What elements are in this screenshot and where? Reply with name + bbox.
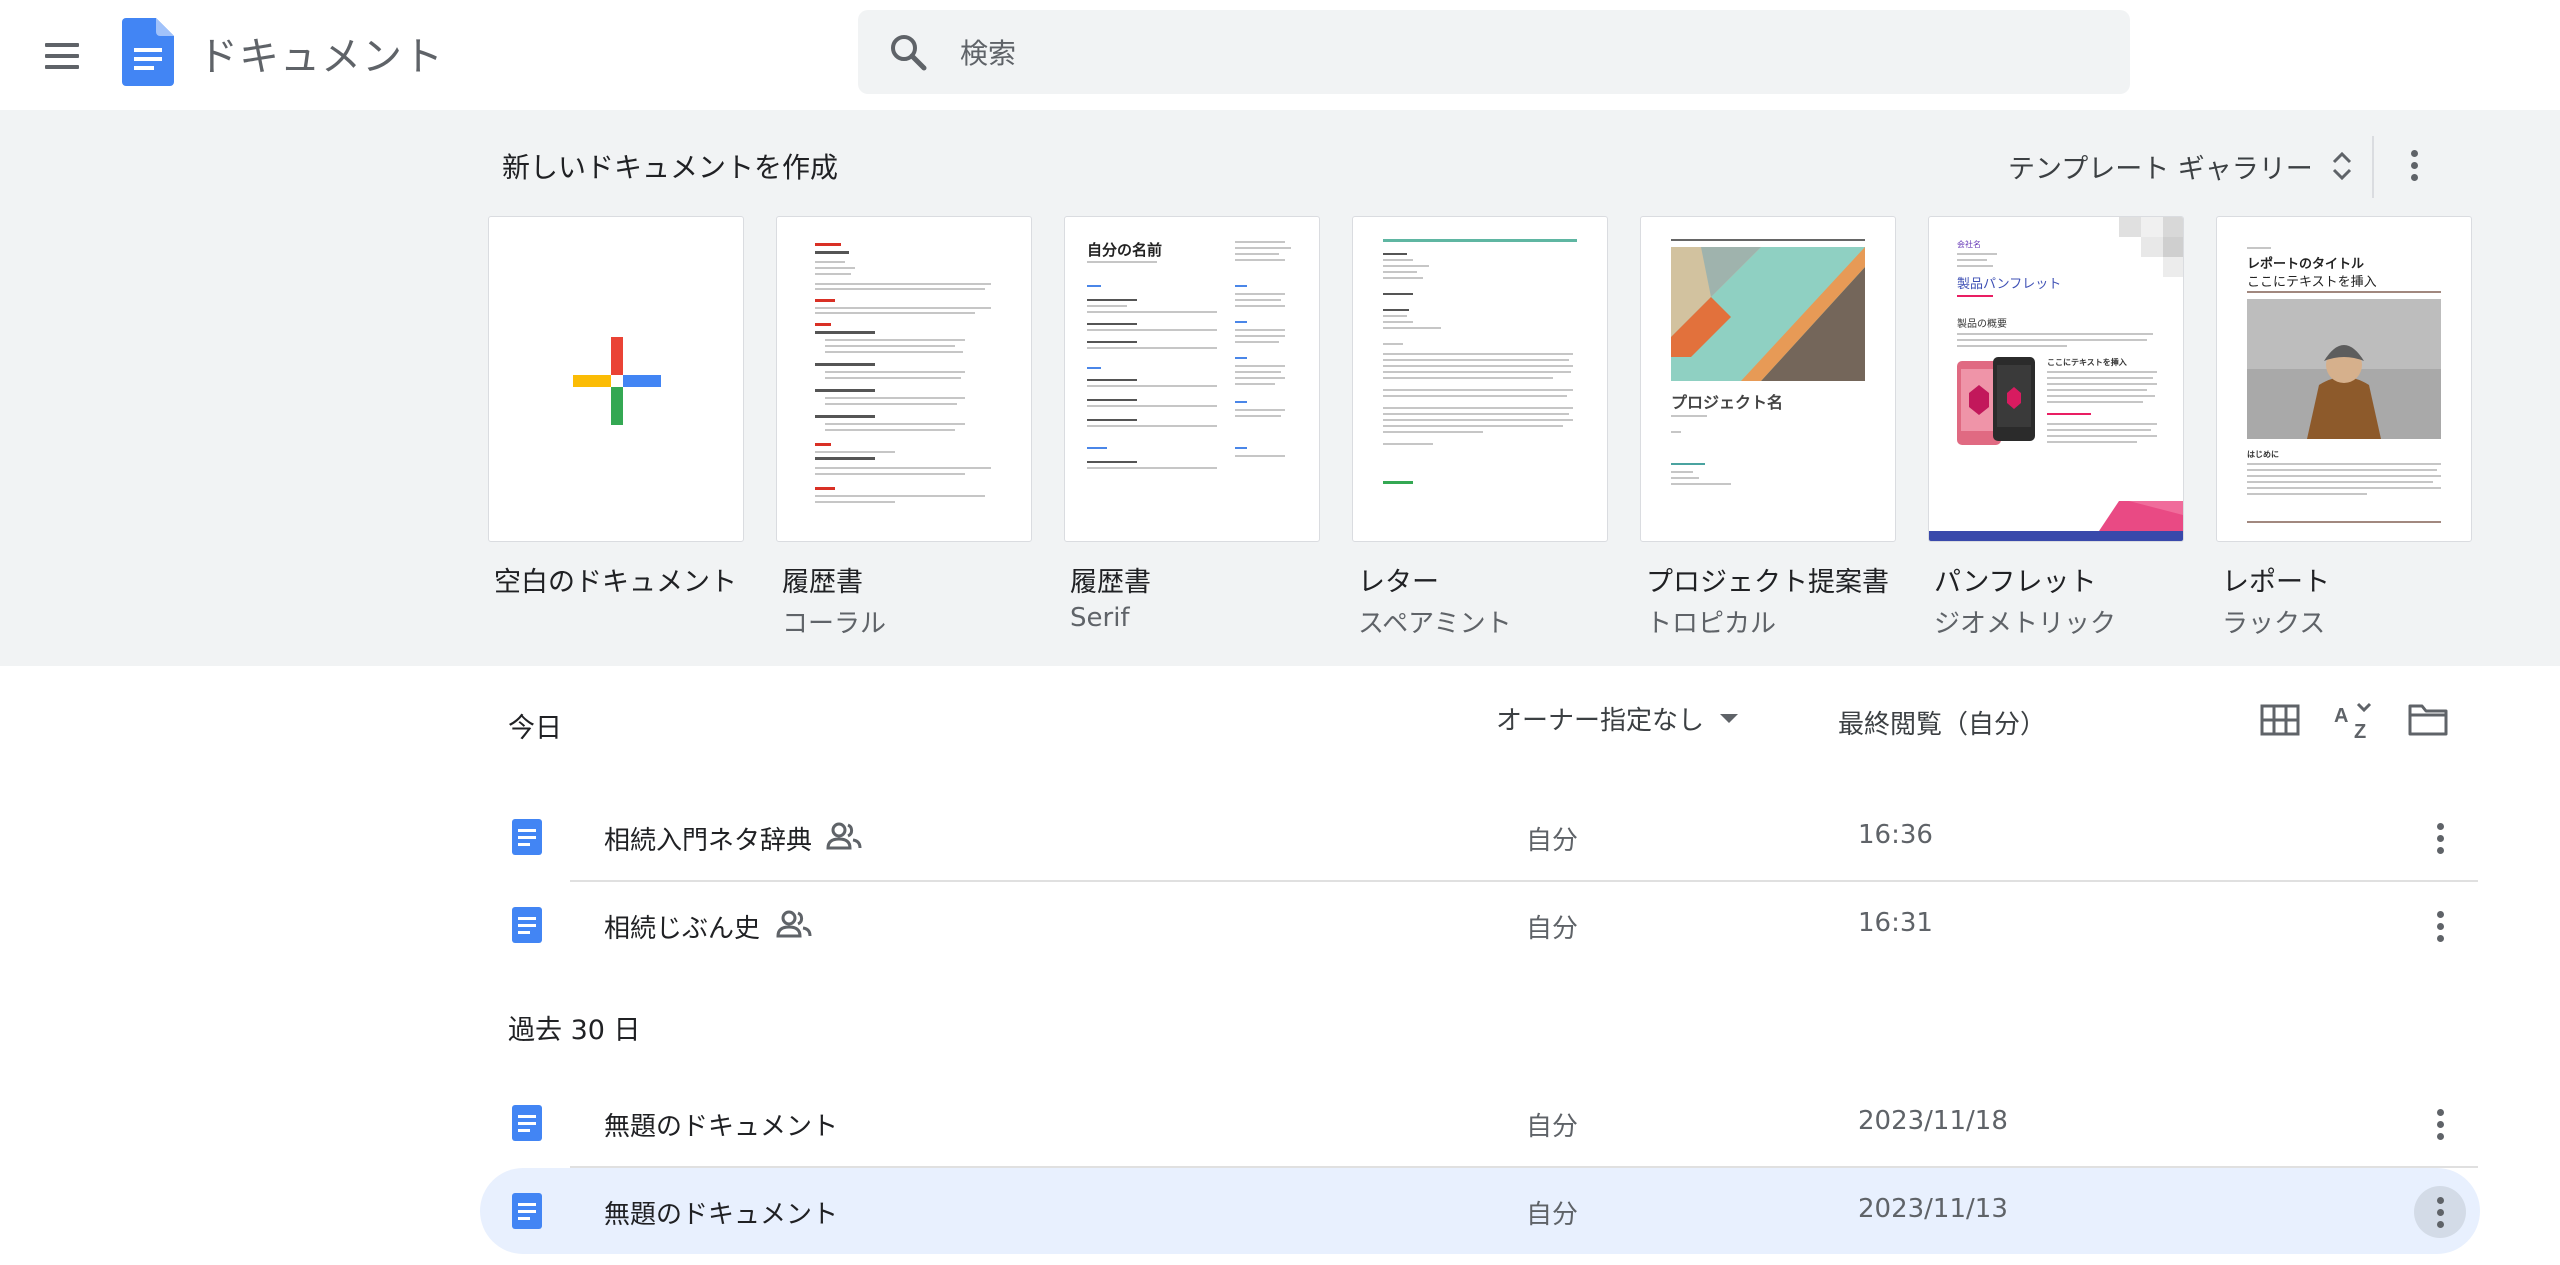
thumb-corner-graphic	[2119, 217, 2183, 277]
document-last-opened: 2023/11/13	[1858, 1194, 2008, 1224]
document-row[interactable]: 相続じぶん史 自分 16:31	[480, 882, 2480, 968]
document-last-opened: 16:31	[1858, 908, 1933, 938]
template-gallery-button[interactable]: テンプレート ギャラリー	[2008, 144, 2353, 188]
template-resume-coral[interactable]: 履歴書 コーラル	[776, 216, 1032, 640]
template-name: 履歴書	[1070, 567, 1151, 598]
template-subtitle: コーラル	[782, 609, 887, 639]
template-subtitle: スペアミント	[1358, 609, 1512, 639]
unfold-more-icon	[2332, 151, 2351, 181]
document-last-opened: 2023/11/18	[1858, 1106, 2008, 1136]
document-owner: 自分	[1526, 1200, 1579, 1230]
document-name[interactable]: 無題のドキュメント	[604, 1194, 838, 1231]
sort-by-last-viewed-button[interactable]: 最終閲覧（自分）	[1838, 704, 2046, 741]
document-name[interactable]: 相続じぶん史	[604, 908, 760, 945]
docs-logo-icon[interactable]	[122, 18, 174, 86]
search-icon[interactable]	[888, 32, 928, 72]
section-today-label: 今日	[508, 713, 562, 744]
thumb-text: 会社名	[1957, 240, 1981, 249]
thumb-text: 製品の概要	[1957, 319, 2007, 330]
section-past-30-days-label: 過去 30 日	[508, 1015, 641, 1046]
template-blank[interactable]: 空白のドキュメント	[488, 216, 744, 599]
docs-file-icon	[512, 1193, 542, 1229]
main-menu-button[interactable]	[38, 32, 86, 80]
grid-view-icon[interactable]	[2258, 698, 2302, 742]
document-more-options-button[interactable]	[2414, 900, 2466, 952]
template-name: プロジェクト提案書	[1646, 567, 1889, 598]
divider	[2372, 136, 2374, 198]
template-name: 履歴書	[782, 567, 863, 598]
recent-documents: 今日 オーナー指定なし 最終閲覧（自分） A Z 相続入門ネタ辞典 自分 16:	[0, 666, 2560, 1265]
docs-file-icon	[512, 819, 542, 855]
thumb-graphic	[1671, 247, 1865, 381]
template-subtitle: ラックス	[2222, 609, 2326, 639]
template-thumbnail[interactable]: 自分の名前	[1064, 216, 1320, 542]
thumb-text: ここにテキストを挿入	[2047, 358, 2127, 367]
template-thumbnail[interactable]	[488, 216, 744, 542]
document-more-options-button[interactable]	[2414, 812, 2466, 864]
thumb-text: プロジェクト名	[1671, 393, 1784, 412]
template-thumbnail[interactable]	[1352, 216, 1608, 542]
template-report-luxe[interactable]: レポートのタイトル ここにテキストを挿入 はじめに レポート ラックス	[2216, 216, 2472, 640]
template-project-proposal-tropical[interactable]: プロジェクト名 プロジェクト提案書 トロピカル	[1640, 216, 1896, 640]
template-subtitle: トロピカル	[1646, 609, 1777, 639]
owner-filter-dropdown[interactable]: オーナー指定なし	[1496, 700, 1739, 737]
svg-text:Z: Z	[2354, 721, 2366, 742]
document-more-options-button[interactable]	[2414, 1098, 2466, 1150]
search-box[interactable]	[858, 10, 2130, 94]
template-name: レター	[1358, 567, 1439, 598]
template-name: レポート	[2222, 567, 2330, 598]
document-name[interactable]: 相続入門ネタ辞典	[604, 820, 812, 857]
thumb-text: ここにテキストを挿入	[2247, 275, 2377, 290]
thumb-text: 自分の名前	[1087, 241, 1163, 259]
thumb-photo	[2247, 299, 2441, 439]
template-brochure-geometric[interactable]: 会社名 製品パンフレット 製品の概要 ここにテキストを挿入 パンフレット ジオメ…	[1928, 216, 2184, 640]
template-letter-spearmint[interactable]: レター スペアミント	[1352, 216, 1608, 640]
thumb-text: レポートのタイトル	[2247, 257, 2365, 272]
folder-picker-icon[interactable]	[2406, 698, 2450, 742]
docs-file-icon	[512, 1105, 542, 1141]
svg-text:A: A	[2334, 705, 2348, 727]
template-thumbnail[interactable]: 会社名 製品パンフレット 製品の概要 ここにテキストを挿入	[1928, 216, 2184, 542]
template-section: 新しいドキュメントを作成 テンプレート ギャラリー 空白のドキュメント 履歴書 …	[0, 110, 2560, 666]
template-name: パンフレット	[1934, 567, 2097, 598]
shared-people-icon	[826, 822, 862, 850]
document-owner: 自分	[1526, 914, 1579, 944]
document-more-options-button[interactable]	[2414, 1186, 2466, 1238]
template-more-options-button[interactable]	[2394, 140, 2434, 190]
template-thumbnail[interactable]: プロジェクト名	[1640, 216, 1896, 542]
template-subtitle: ジオメトリック	[1934, 609, 2117, 639]
template-thumbnail[interactable]: レポートのタイトル ここにテキストを挿入 はじめに	[2216, 216, 2472, 542]
template-gallery-label: テンプレート ギャラリー	[2008, 153, 2313, 185]
sort-az-icon[interactable]: A Z	[2332, 698, 2376, 742]
docs-file-icon	[512, 907, 542, 943]
template-thumbnail[interactable]	[776, 216, 1032, 542]
thumb-text: 製品パンフレット	[1957, 277, 2062, 292]
colorful-plus-icon	[573, 337, 661, 425]
caret-down-icon	[1720, 714, 1739, 723]
document-owner: 自分	[1526, 1112, 1579, 1142]
templates-title: 新しいドキュメントを作成	[502, 151, 839, 184]
document-last-opened: 16:36	[1858, 820, 1933, 850]
template-name: 空白のドキュメント	[494, 567, 737, 598]
owner-filter-label: オーナー指定なし	[1496, 706, 1705, 736]
thumb-bottom-graphic	[1929, 501, 2183, 541]
thumb-text: はじめに	[2247, 450, 2279, 459]
thumb-phone-graphic	[1957, 357, 2035, 445]
shared-people-icon	[776, 910, 812, 938]
document-row-selected[interactable]: 無題のドキュメント 自分 2023/11/13	[480, 1168, 2480, 1254]
document-name[interactable]: 無題のドキュメント	[604, 1106, 838, 1143]
top-bar: ドキュメント	[0, 0, 2560, 110]
document-row[interactable]: 相続入門ネタ辞典 自分 16:36	[480, 794, 2480, 880]
document-row[interactable]: 無題のドキュメント 自分 2023/11/18	[480, 1080, 2480, 1166]
template-subtitle: Serif	[1070, 603, 1130, 633]
search-input[interactable]	[958, 28, 2102, 78]
app-title[interactable]: ドキュメント	[198, 24, 444, 82]
document-owner: 自分	[1526, 826, 1579, 856]
template-resume-serif[interactable]: 自分の名前 履歴書 Serif	[1064, 216, 1320, 633]
